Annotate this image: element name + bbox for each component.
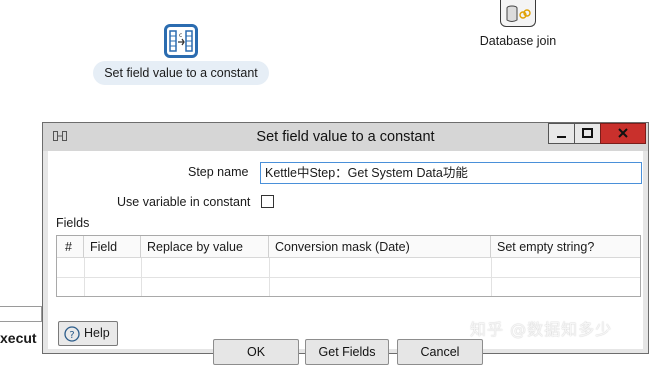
fields-table[interactable]: # Field Replace by value Conversion mask… <box>56 235 641 297</box>
column-header-conversion-mask[interactable]: Conversion mask (Date) <box>269 236 491 258</box>
watermark-text: 知乎 @数据知多少 <box>470 320 613 339</box>
table-column-divider <box>491 258 492 296</box>
column-header-field[interactable]: Field <box>84 236 141 258</box>
ok-button[interactable]: OK <box>213 339 299 365</box>
svg-text:?: ? <box>69 330 74 341</box>
database-join-icon[interactable] <box>500 0 536 27</box>
step-name-input[interactable]: Kettle中Step：Get System Data功能 <box>260 162 642 184</box>
fields-label: Fields <box>56 216 90 230</box>
column-header-set-empty-string[interactable]: Set empty string? <box>491 236 640 258</box>
maximize-button[interactable] <box>574 123 601 144</box>
use-variable-label: Use variable in constant <box>117 195 251 209</box>
svg-text:c: c <box>179 32 182 39</box>
execution-label-fragment: xecut <box>0 330 37 346</box>
dialog-titlebar[interactable]: Set field value to a constant <box>43 123 648 151</box>
column-header-replace-by-value[interactable]: Replace by value <box>141 236 269 258</box>
minimize-icon <box>557 136 566 138</box>
table-row-divider <box>57 277 640 278</box>
table-column-divider <box>84 258 85 296</box>
cancel-button[interactable]: Cancel <box>397 339 483 365</box>
database-icon <box>506 5 531 22</box>
help-label: Help <box>84 326 110 340</box>
help-button[interactable]: ? Help <box>58 321 118 346</box>
background-panel-fragment <box>0 306 42 322</box>
use-variable-checkbox[interactable] <box>261 195 274 208</box>
table-column-divider <box>141 258 142 296</box>
help-icon: ? <box>64 326 80 342</box>
get-fields-button[interactable]: Get Fields <box>305 339 389 365</box>
step-label[interactable]: Set field value to a constant <box>93 61 269 85</box>
table-column-divider <box>269 258 270 296</box>
maximize-icon <box>582 128 593 138</box>
close-button[interactable] <box>600 123 646 144</box>
column-header-number[interactable]: # <box>57 236 84 258</box>
database-join-label[interactable]: Database join <box>460 34 576 48</box>
close-icon <box>618 128 628 138</box>
minimize-button[interactable] <box>548 123 575 144</box>
constant-icon: c <box>169 30 193 52</box>
set-field-constant-step-icon[interactable]: c <box>164 24 198 58</box>
step-name-label: Step name <box>188 165 249 179</box>
